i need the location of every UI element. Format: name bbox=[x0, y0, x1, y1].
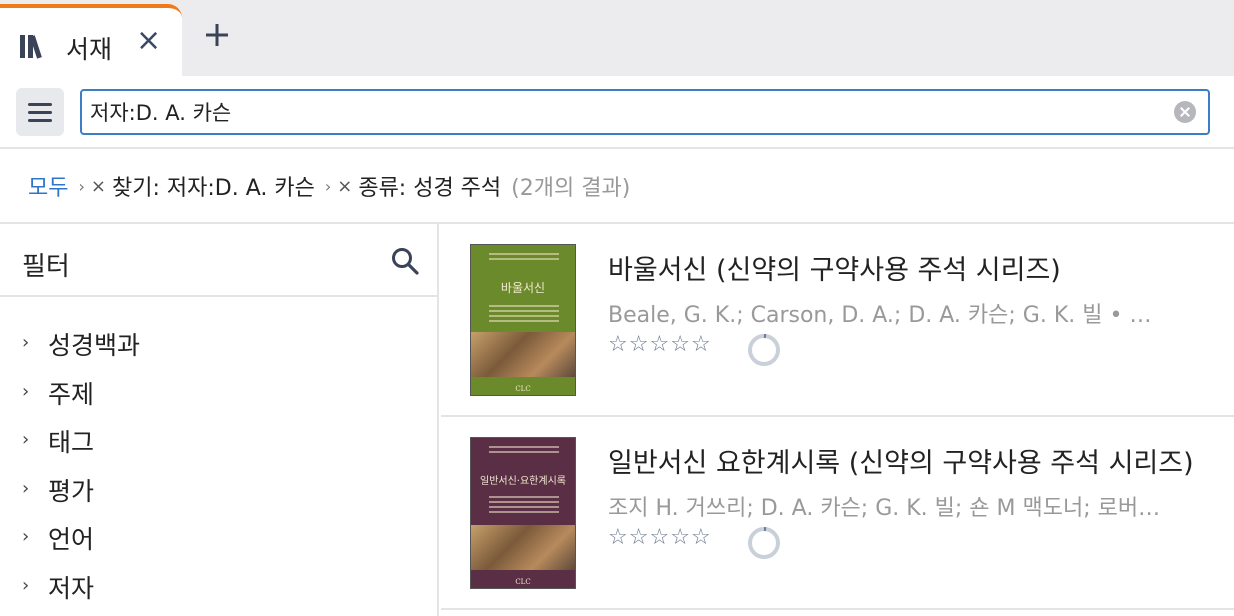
star-icon[interactable]: ☆ bbox=[608, 332, 629, 357]
chevron-right-icon: › bbox=[22, 526, 30, 547]
filter-item-rating[interactable]: › 평가 bbox=[0, 468, 437, 517]
star-icon[interactable]: ☆ bbox=[649, 525, 670, 550]
result-title: 바울서신 (신약의 구약사용 주석 시리즈) bbox=[608, 255, 1061, 286]
book-cover: 바울서신 CLC bbox=[470, 244, 576, 396]
results-list: 바울서신 CLC 바울서신 (신약의 구약사용 주석 시리즈) Beale, G… bbox=[441, 224, 1234, 616]
chevron-right-icon: › bbox=[22, 574, 30, 596]
breadcrumb-filter-search: 찾기: 저자:D. A. 카슨 bbox=[111, 176, 315, 201]
reading-progress-icon bbox=[748, 334, 780, 366]
search-field bbox=[80, 89, 1210, 135]
filter-item-tag[interactable]: › 태그 bbox=[0, 419, 437, 468]
result-item[interactable]: 바울서신 CLC 바울서신 (신약의 구약사용 주석 시리즈) Beale, G… bbox=[441, 224, 1234, 417]
cover-title: 바울서신 bbox=[500, 281, 546, 295]
cover-title: 일반서신·요한계시록 bbox=[480, 476, 566, 487]
menu-button[interactable] bbox=[16, 88, 64, 136]
star-icon[interactable]: ☆ bbox=[649, 332, 670, 357]
filter-item-label: 평가 bbox=[48, 476, 95, 506]
cover-artwork bbox=[471, 525, 575, 570]
result-count: (2개의 결과) bbox=[511, 176, 631, 201]
search-input[interactable] bbox=[90, 96, 1150, 128]
star-icon[interactable]: ☆ bbox=[670, 525, 691, 550]
star-icon[interactable]: ☆ bbox=[629, 332, 650, 357]
cover-artwork bbox=[471, 332, 575, 377]
cover-background: 일반서신·요한계시록 bbox=[471, 438, 575, 525]
book-cover: 일반서신·요한계시록 CLC bbox=[470, 437, 576, 589]
cover-footer: CLC bbox=[471, 377, 575, 395]
filter-item-label: 언어 bbox=[48, 525, 95, 554]
rating-stars: ☆☆☆☆☆ bbox=[608, 332, 712, 357]
chevron-right-icon: › bbox=[22, 429, 30, 450]
filter-item-author[interactable]: › 저자 bbox=[0, 565, 437, 614]
cover-publisher: CLC bbox=[515, 385, 531, 393]
chevron-right-icon: › bbox=[78, 176, 85, 196]
tab-library[interactable]: 서재 × bbox=[0, 4, 182, 76]
rating-stars: ☆☆☆☆☆ bbox=[608, 525, 712, 550]
reading-progress-icon bbox=[748, 527, 780, 559]
filter-item-topic[interactable]: › 주제 bbox=[0, 371, 437, 420]
star-icon[interactable]: ☆ bbox=[691, 332, 712, 357]
filter-header: 필터 bbox=[0, 224, 437, 297]
filter-item-label: 성경백과 bbox=[48, 331, 141, 360]
clear-search-icon[interactable] bbox=[1174, 101, 1196, 123]
add-tab-icon[interactable] bbox=[200, 18, 234, 52]
star-icon[interactable]: ☆ bbox=[608, 525, 629, 550]
filter-list: › 성경백과 › 주제 › 태그 › 평가 › 언어 › 저자 bbox=[0, 322, 437, 613]
filter-item-language[interactable]: › 언어 bbox=[0, 516, 437, 565]
chevron-right-icon: › bbox=[22, 332, 30, 353]
filter-item-encyclopedia[interactable]: › 성경백과 bbox=[0, 322, 437, 371]
cover-background: 바울서신 bbox=[471, 245, 575, 332]
star-icon[interactable]: ☆ bbox=[670, 332, 691, 357]
chevron-right-icon: › bbox=[324, 176, 332, 196]
result-title: 일반서신 요한계시록 (신약의 구약사용 주석 시리즈) bbox=[608, 448, 1194, 479]
filter-item-label: 태그 bbox=[48, 428, 95, 457]
cover-footer: CLC bbox=[471, 570, 575, 588]
result-authors: Beale, G. K.; Carson, D. A.; D. A. 카슨; G… bbox=[608, 303, 1168, 328]
tab-bar: 서재 × bbox=[0, 0, 1234, 76]
star-icon[interactable]: ☆ bbox=[691, 525, 712, 550]
breadcrumb-root[interactable]: 모두 bbox=[28, 170, 68, 202]
chevron-right-icon: › bbox=[22, 380, 30, 402]
remove-filter-icon[interactable]: × bbox=[91, 176, 106, 197]
star-icon[interactable]: ☆ bbox=[629, 525, 650, 550]
breadcrumb: 모두 › × 찾기: 저자:D. A. 카슨 › × 종류: 성경 주석 (2개… bbox=[0, 150, 1234, 224]
search-bar bbox=[0, 76, 1234, 149]
tab-title: 서재 bbox=[66, 35, 113, 64]
filter-item-label: 주제 bbox=[48, 379, 95, 409]
remove-filter-icon[interactable]: × bbox=[337, 176, 352, 197]
close-icon[interactable]: × bbox=[136, 26, 161, 56]
result-authors: 조지 H. 거쓰리; D. A. 카슨; G. K. 빌; 숀 M 맥도너; 로… bbox=[608, 496, 1168, 521]
filter-item-label: 저자 bbox=[48, 573, 95, 603]
search-icon[interactable] bbox=[390, 246, 420, 276]
filter-panel: 필터 › 성경백과 › 주제 › 태그 › 평가 › 언어 › 저자 bbox=[0, 224, 439, 616]
breadcrumb-filter-type: 종류: 성경 주석 bbox=[358, 176, 502, 201]
filter-title: 필터 bbox=[22, 252, 70, 282]
chevron-right-icon: › bbox=[22, 477, 30, 499]
library-books-icon bbox=[20, 35, 42, 59]
result-item[interactable]: 일반서신·요한계시록 CLC 일반서신 요한계시록 (신약의 구약사용 주석 시… bbox=[441, 417, 1234, 610]
cover-publisher: CLC bbox=[515, 578, 531, 586]
